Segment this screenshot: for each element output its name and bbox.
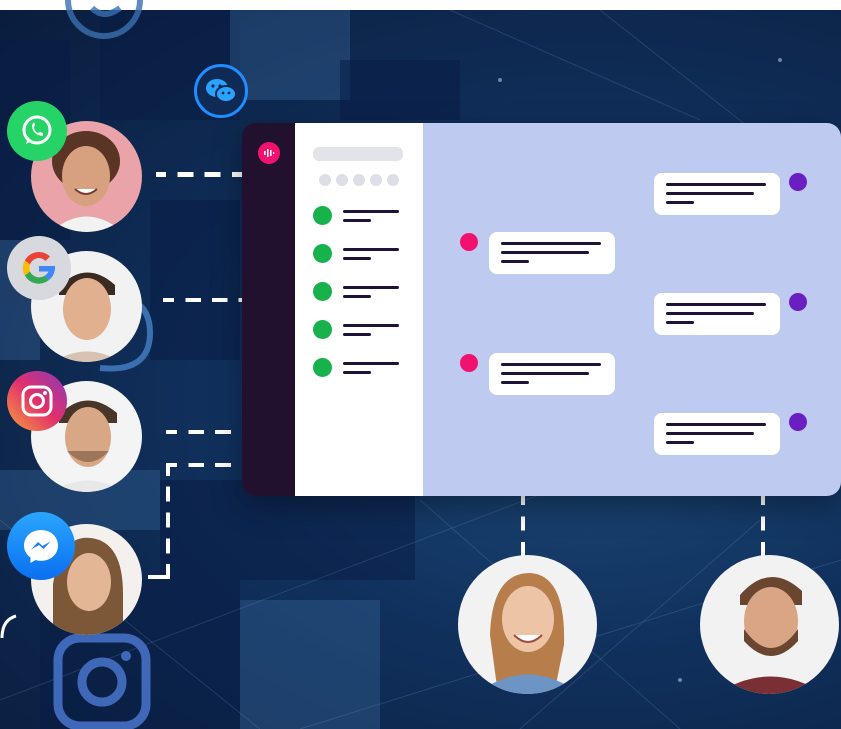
online-status-dot [313, 244, 332, 263]
message-line [666, 321, 694, 324]
message-line [501, 242, 601, 245]
list-item-line [343, 371, 371, 374]
messenger-icon[interactable] [7, 512, 75, 580]
message-line [501, 251, 589, 254]
list-item-line [343, 248, 399, 251]
list-item[interactable] [313, 206, 413, 226]
list-item-line [343, 219, 371, 222]
message-line [666, 183, 766, 186]
message-line [666, 201, 694, 204]
filter-dot[interactable] [336, 174, 348, 186]
agent-avatar [458, 555, 597, 694]
filter-dot[interactable] [319, 174, 331, 186]
connector [166, 465, 170, 575]
agent-indicator-dot [789, 173, 807, 191]
list-item-line [343, 286, 399, 289]
filter-dot[interactable] [387, 174, 399, 186]
connector [166, 430, 242, 434]
connector [761, 496, 765, 558]
message-line [666, 312, 754, 315]
online-status-dot [313, 206, 332, 225]
message-line [666, 441, 694, 444]
outgoing-message-bubble [654, 413, 780, 455]
agent-indicator-dot [789, 293, 807, 311]
message-line [501, 363, 601, 366]
outgoing-message-bubble [654, 293, 780, 335]
list-item-line [343, 257, 371, 260]
message-line [666, 192, 754, 195]
filter-dot[interactable] [353, 174, 365, 186]
agent-indicator-dot [789, 413, 807, 431]
google-icon[interactable] [7, 236, 71, 300]
customer-indicator-dot [460, 233, 478, 251]
message-line [666, 432, 754, 435]
inbox-app-window [242, 123, 841, 496]
conversation-list [295, 123, 423, 496]
message-line [501, 372, 589, 375]
incoming-message-bubble [489, 353, 615, 395]
chat-panel [423, 123, 841, 496]
list-item-line [343, 295, 371, 298]
message-line [666, 423, 766, 426]
list-item-line [343, 324, 399, 327]
list-item[interactable] [313, 244, 413, 264]
outgoing-message-bubble [654, 173, 780, 215]
filter-dot[interactable] [370, 174, 382, 186]
list-item-line [343, 362, 399, 365]
connector [156, 172, 242, 177]
connector [163, 298, 242, 302]
app-logo-icon[interactable] [258, 142, 280, 164]
arc-outline-icon [0, 614, 17, 639]
whatsapp-icon[interactable] [7, 101, 67, 161]
app-sidebar-rail [242, 123, 295, 496]
incoming-message-bubble [489, 232, 615, 274]
chat-outline-icon [65, 0, 143, 39]
agent-avatar [700, 555, 839, 694]
filter-dots [319, 174, 399, 186]
list-item[interactable] [313, 320, 413, 340]
list-item[interactable] [313, 282, 413, 302]
connector [148, 575, 170, 579]
online-status-dot [313, 282, 332, 301]
online-status-dot [313, 358, 332, 377]
list-item-line [343, 210, 399, 213]
search-bar-placeholder[interactable] [313, 147, 403, 161]
list-item[interactable] [313, 358, 413, 378]
instagram-icon[interactable] [7, 371, 67, 431]
wechat-icon[interactable] [194, 64, 248, 118]
instagram-outline-icon [53, 633, 151, 729]
online-status-dot [313, 320, 332, 339]
customer-indicator-dot [460, 354, 478, 372]
list-item-line [343, 333, 371, 336]
message-line [501, 381, 529, 384]
connector [521, 496, 525, 558]
connector [166, 463, 242, 467]
message-line [501, 260, 529, 263]
message-line [666, 303, 766, 306]
